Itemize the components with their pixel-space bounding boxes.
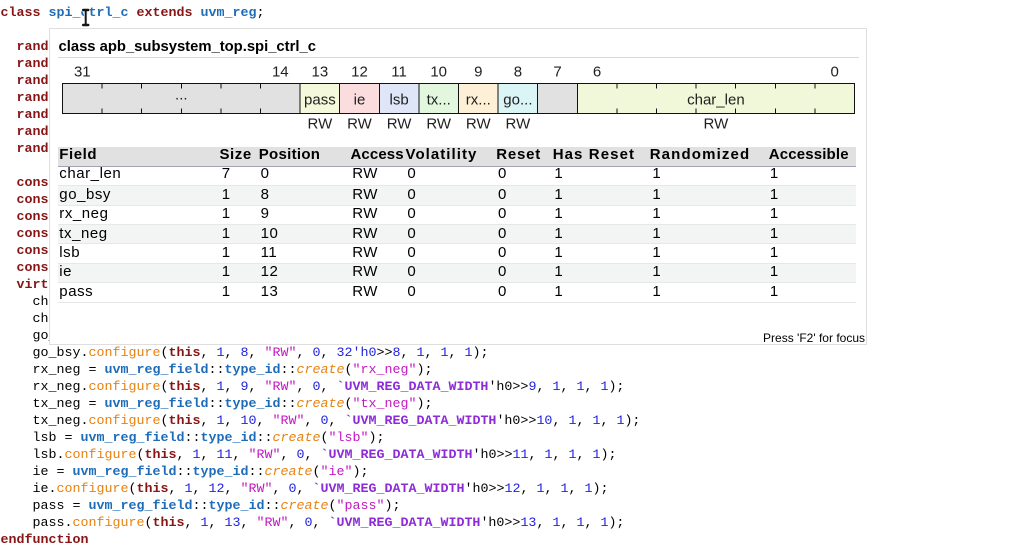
svg-text:char_len: char_len: [687, 91, 745, 108]
svg-text:rx...: rx...: [466, 91, 491, 108]
svg-text:13: 13: [312, 64, 329, 81]
svg-text:RW: RW: [466, 115, 492, 132]
svg-text:RW: RW: [704, 115, 730, 132]
svg-text:14: 14: [272, 64, 289, 81]
svg-text:10: 10: [430, 64, 447, 81]
svg-text:...: ...: [175, 87, 188, 104]
svg-text:RW: RW: [506, 115, 532, 132]
svg-text:0: 0: [831, 64, 839, 81]
svg-text:11: 11: [391, 64, 407, 81]
svg-text:RW: RW: [387, 115, 413, 132]
svg-text:pass: pass: [304, 91, 336, 108]
svg-text:lsb: lsb: [390, 91, 409, 108]
svg-text:8: 8: [514, 64, 522, 81]
svg-text:RW: RW: [308, 115, 334, 132]
svg-text:RW: RW: [426, 115, 452, 132]
svg-text:7: 7: [553, 64, 561, 81]
svg-text:tx...: tx...: [427, 91, 451, 108]
svg-text:31: 31: [74, 64, 91, 81]
svg-text:ie: ie: [354, 91, 366, 108]
svg-text:RW: RW: [347, 115, 373, 132]
svg-text:12: 12: [351, 64, 368, 81]
svg-text:9: 9: [474, 64, 482, 81]
svg-text:6: 6: [593, 64, 601, 81]
svg-text:go...: go...: [503, 91, 532, 108]
